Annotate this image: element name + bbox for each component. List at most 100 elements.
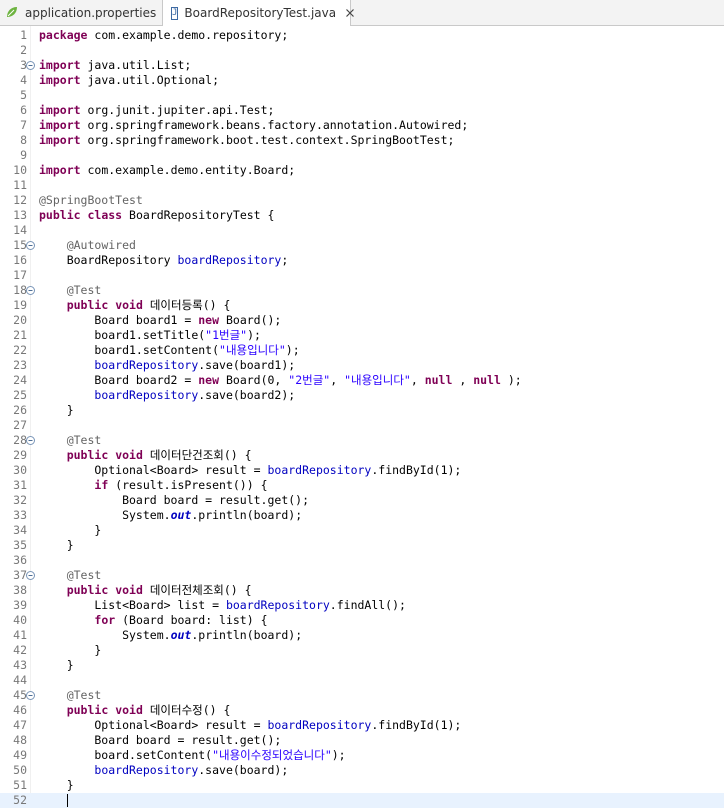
code-line[interactable]: 11 <box>0 178 724 193</box>
code-line[interactable]: 9 <box>0 148 724 163</box>
code-line[interactable]: 32 Board board = result.get(); <box>0 493 724 508</box>
code-line[interactable]: 3 import java.util.List; <box>0 58 724 73</box>
code-token: public <box>66 298 109 312</box>
code-text: import java.util.List; <box>39 58 191 73</box>
code-token: } <box>39 658 74 672</box>
code-token: } <box>39 538 74 552</box>
code-text: @Test <box>39 688 102 703</box>
code-line[interactable]: 30 Optional<Board> result = boardReposit… <box>0 463 724 478</box>
code-line[interactable]: 46 public void 데이터수정() { <box>0 703 724 718</box>
code-token: ); <box>507 373 522 387</box>
code-line[interactable]: 48 Board board = result.get(); <box>0 733 724 748</box>
code-line[interactable]: 25 boardRepository.save(board2); <box>0 388 724 403</box>
code-line[interactable]: 1 package com.example.demo.repository; <box>0 28 724 43</box>
code-line[interactable]: 29 public void 데이터단건조회() { <box>0 448 724 463</box>
fold-collapse-icon[interactable] <box>26 61 35 70</box>
fold-collapse-icon[interactable] <box>26 571 35 580</box>
code-line[interactable]: 39 List<Board> list = boardRepository.fi… <box>0 598 724 613</box>
tab-application-properties[interactable]: application.properties <box>0 0 162 26</box>
line-number: 8 <box>20 133 27 147</box>
code-line[interactable]: 37 @Test <box>0 568 724 583</box>
code-token: void <box>115 298 143 312</box>
code-line[interactable]: 2 <box>0 43 724 58</box>
code-line[interactable]: 27 <box>0 418 724 433</box>
line-number: 1 <box>20 28 27 42</box>
code-token: public <box>66 703 109 717</box>
code-line[interactable]: 34 } <box>0 523 724 538</box>
code-line[interactable]: 38 public void 데이터전체조회() { <box>0 583 724 598</box>
code-line[interactable]: 33 System.out.println(board); <box>0 508 724 523</box>
line-number: 6 <box>20 103 27 117</box>
code-line[interactable]: 7 import org.springframework.beans.factor… <box>0 118 724 133</box>
code-line[interactable]: 17 <box>0 268 724 283</box>
code-line[interactable]: 8 import org.springframework.boot.test.co… <box>0 133 724 148</box>
code-token: import <box>39 163 81 177</box>
code-line[interactable]: 23 boardRepository.save(board1); <box>0 358 724 373</box>
fold-collapse-icon[interactable] <box>26 286 35 295</box>
code-text: board1.setTitle("1번글"); <box>39 328 261 343</box>
code-line[interactable]: 49 board.setContent("내용이수정되었습니다"); <box>0 748 724 763</box>
code-line[interactable]: 31 if (result.isPresent()) { <box>0 478 724 493</box>
code-line[interactable]: 10 import com.example.demo.entity.Board; <box>0 163 724 178</box>
code-line[interactable]: 47 Optional<Board> result = boardReposit… <box>0 718 724 733</box>
line-number: 43 <box>13 658 27 672</box>
code-line[interactable]: 21 board1.setTitle("1번글"); <box>0 328 724 343</box>
code-text: import com.example.demo.entity.Board; <box>39 163 295 178</box>
code-token: BoardRepositoryTest { <box>129 208 275 222</box>
code-line[interactable]: 28 @Test <box>0 433 724 448</box>
fold-collapse-icon[interactable] <box>26 436 35 445</box>
tab-board-repository-test[interactable]: J BoardRepositoryTest.java <box>162 0 355 26</box>
code-line[interactable]: 13 public class BoardRepositoryTest { <box>0 208 724 223</box>
code-token: import <box>39 58 81 72</box>
code-token: ); <box>247 328 261 342</box>
code-text: package com.example.demo.repository; <box>39 28 288 43</box>
code-line[interactable]: 41 System.out.println(board); <box>0 628 724 643</box>
code-line[interactable]: 4 import java.util.Optional; <box>0 73 724 88</box>
code-line[interactable]: 26 } <box>0 403 724 418</box>
code-text: } <box>39 538 74 553</box>
code-line[interactable]: 22 board1.setContent("내용입니다"); <box>0 343 724 358</box>
code-line[interactable]: 35 } <box>0 538 724 553</box>
code-editor[interactable]: 1 package com.example.demo.repository; 2 3 i… <box>0 26 724 808</box>
code-line[interactable]: 24 Board board2 = new Board(0, "2번글", "내… <box>0 373 724 388</box>
code-token: com.example.demo.entity.Board; <box>87 163 296 177</box>
code-line[interactable]: 14 <box>0 223 724 238</box>
code-line[interactable]: 20 Board board1 = new Board(); <box>0 313 724 328</box>
code-line[interactable]: 5 <box>0 88 724 103</box>
code-line[interactable]: 45 @Test <box>0 688 724 703</box>
code-line[interactable]: 18 @Test <box>0 283 724 298</box>
code-line[interactable]: 51 } <box>0 778 724 793</box>
code-line[interactable]: 19 public void 데이터등록() { <box>0 298 724 313</box>
code-line[interactable]: 40 for (Board board: list) { <box>0 613 724 628</box>
code-line[interactable]: 42 } <box>0 643 724 658</box>
line-number: 32 <box>13 493 27 507</box>
code-line[interactable]: 12 @SpringBootTest <box>0 193 724 208</box>
close-icon[interactable] <box>344 7 356 19</box>
code-token: import <box>39 118 81 132</box>
code-line[interactable]: 16 BoardRepository boardRepository; <box>0 253 724 268</box>
code-token: org.springframework.boot.test.context.Sp… <box>87 133 455 147</box>
code-token: } <box>39 523 102 537</box>
code-token: "내용이수정되었습니다" <box>212 748 332 762</box>
code-token: out <box>170 508 192 522</box>
fold-collapse-icon[interactable] <box>26 691 35 700</box>
code-text: public void 데이터단건조회() { <box>39 448 252 463</box>
line-number: 23 <box>13 358 27 372</box>
code-line[interactable]: 50 boardRepository.save(board); <box>0 763 724 778</box>
code-token: .save(board); <box>198 763 289 777</box>
code-token: (Board board: list) { <box>122 613 268 627</box>
code-line[interactable]: 43 } <box>0 658 724 673</box>
code-token: , <box>330 373 345 387</box>
code-line[interactable]: 36 <box>0 553 724 568</box>
code-token: "1번글" <box>205 328 248 342</box>
line-number: 17 <box>13 268 27 282</box>
code-line[interactable]: 44 <box>0 673 724 688</box>
line-number: 2 <box>20 43 27 57</box>
line-number: 26 <box>13 403 27 417</box>
code-text: } <box>39 403 74 418</box>
code-line[interactable]: 15 @Autowired <box>0 238 724 253</box>
code-line[interactable]: 6 import org.junit.jupiter.api.Test; <box>0 103 724 118</box>
fold-collapse-icon[interactable] <box>26 241 35 250</box>
